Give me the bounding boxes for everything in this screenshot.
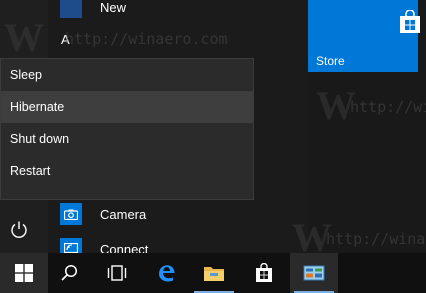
new-icon	[60, 0, 82, 18]
edge-button[interactable]	[142, 253, 190, 293]
power-sleep[interactable]: Sleep	[1, 59, 253, 91]
watermark-text: http://winaero.com	[65, 30, 228, 48]
start-button[interactable]	[0, 253, 48, 293]
watermark-text: http://winaero.com	[350, 98, 426, 116]
store-icon	[256, 263, 272, 282]
task-view-button[interactable]	[93, 253, 141, 293]
power-hibernate[interactable]: Hibernate	[1, 91, 253, 123]
file-explorer-button[interactable]	[190, 253, 238, 293]
store-tile-label: Store	[316, 54, 345, 68]
task-view-icon	[107, 265, 127, 281]
app-label: New	[100, 0, 127, 15]
app-item-new[interactable]: New	[60, 0, 126, 22]
power-icon[interactable]	[8, 219, 30, 241]
edge-icon	[159, 265, 175, 282]
store-tile[interactable]: Store	[308, 0, 420, 72]
search-button[interactable]	[45, 253, 93, 293]
windows-start-icon	[15, 264, 33, 282]
app-label: Camera	[100, 206, 147, 222]
search-icon	[61, 264, 78, 281]
taskbar	[0, 253, 426, 293]
store-button[interactable]	[240, 253, 288, 293]
power-menu: Sleep Hibernate Shut down Restart	[0, 58, 254, 200]
control-panel-button[interactable]	[290, 253, 338, 293]
store-bag-icon	[400, 10, 420, 33]
watermark-text: http://winaero.com	[326, 230, 426, 248]
control-panel-icon	[303, 265, 325, 281]
power-shut-down[interactable]: Shut down	[1, 123, 253, 155]
power-restart[interactable]: Restart	[1, 155, 253, 187]
watermark-glyph: W	[4, 15, 44, 60]
file-explorer-icon	[204, 267, 224, 281]
